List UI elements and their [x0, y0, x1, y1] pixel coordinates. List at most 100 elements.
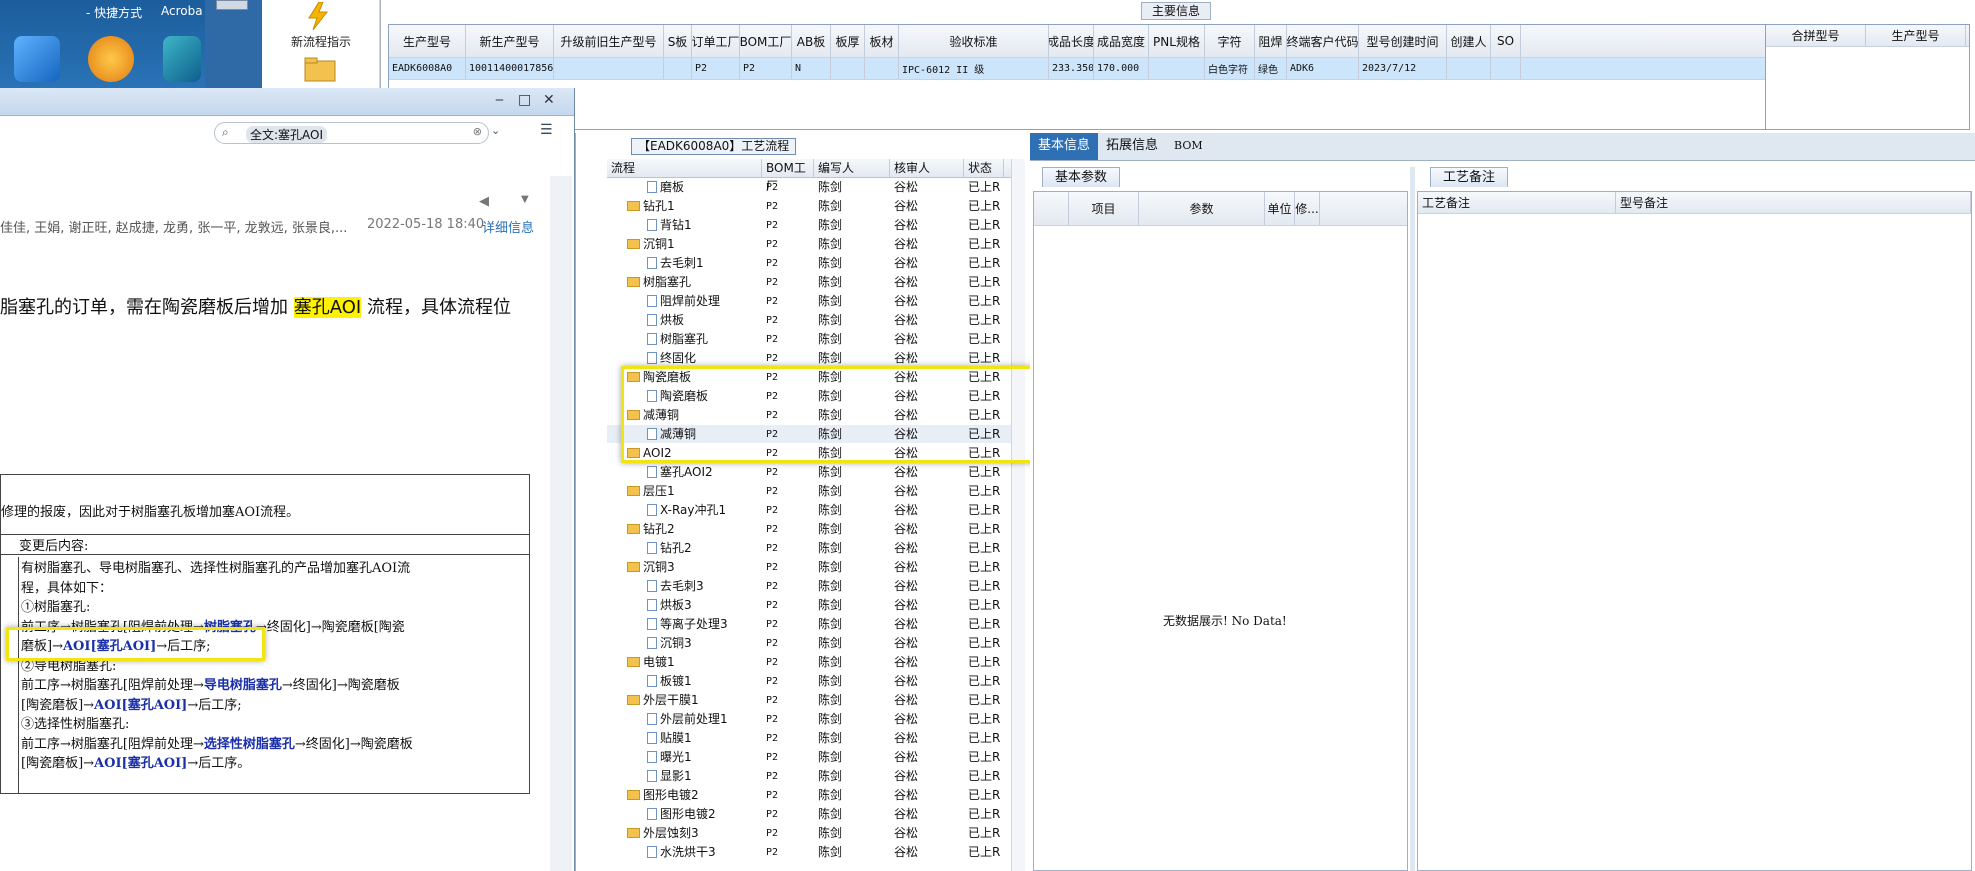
tree-row[interactable]: 电镀1 P2 陈剑 谷松 已上R: [607, 653, 1017, 672]
main-col-header[interactable]: BOM工厂: [740, 25, 792, 57]
tree-node[interactable]: X-Ray冲孔1: [607, 501, 762, 519]
tree-node[interactable]: 沉铜3: [607, 558, 762, 576]
tab-bom[interactable]: BOM: [1166, 133, 1211, 160]
merge-col-header[interactable]: 生产型号: [1866, 25, 1966, 46]
minimize-icon[interactable]: ‒: [495, 92, 504, 108]
main-col-header[interactable]: AB板: [792, 25, 831, 57]
main-cell[interactable]: EADK6008A0: [389, 58, 466, 79]
chat-scrollbar[interactable]: [550, 176, 572, 871]
tab-basic-info[interactable]: 基本信息: [1030, 133, 1099, 160]
main-col-header[interactable]: 验收标准: [899, 25, 1049, 57]
main-cell[interactable]: [831, 58, 865, 79]
param-col-item[interactable]: 项目: [1069, 192, 1139, 225]
param-col-value[interactable]: 参数: [1139, 192, 1265, 225]
tree-row[interactable]: 显影1 P2 陈剑 谷松 已上R: [607, 767, 1017, 786]
folder-open-icon[interactable]: [304, 56, 336, 82]
tree-node[interactable]: 图形电镀2: [607, 805, 762, 823]
main-col-header[interactable]: 生产型号: [389, 25, 466, 57]
tree-node[interactable]: 烘板3: [607, 596, 762, 614]
main-cell[interactable]: 白色字符: [1205, 58, 1255, 79]
main-info-data-row[interactable]: EADK6008A0 10011400017856 P2 P2 N IPC-6012 II…: [389, 58, 1765, 80]
tree-row[interactable]: 曝光1 P2 陈剑 谷松 已上R: [607, 748, 1017, 767]
tree-row[interactable]: 图形电镀2 P2 陈剑 谷松 已上R: [607, 805, 1017, 824]
tree-row[interactable]: 板镀1 P2 陈剑 谷松 已上R: [607, 672, 1017, 691]
tree-node[interactable]: 去毛刺3: [607, 577, 762, 595]
tree-row[interactable]: 阻焊前处理 P2 陈剑 谷松 已上R: [607, 292, 1017, 311]
main-cell[interactable]: ADK6: [1287, 58, 1359, 79]
main-cell[interactable]: 2023/7/12: [1359, 58, 1447, 79]
list-menu-icon[interactable]: ☰: [540, 122, 553, 138]
tab-process-remarks[interactable]: 工艺备注: [1430, 167, 1509, 187]
main-cell[interactable]: 10011400017856: [466, 58, 554, 79]
tree-row[interactable]: 背钻1 P2 陈剑 谷松 已上R: [607, 216, 1017, 235]
merge-model-grid[interactable]: 合拼型号 生产型号: [1765, 24, 1970, 130]
tree-row[interactable]: 烘板 P2 陈剑 谷松 已上R: [607, 311, 1017, 330]
tree-node[interactable]: 终固化: [607, 349, 762, 367]
col-editor[interactable]: 编写人: [814, 159, 890, 177]
reply-icon[interactable]: ◀: [479, 194, 489, 209]
tree-row[interactable]: 沉铜3 P2 陈剑 谷松 已上R: [607, 558, 1017, 577]
z-app-shortcut-icon[interactable]: [163, 36, 201, 82]
main-col-header[interactable]: 订单工厂: [692, 25, 740, 57]
main-col-header[interactable]: 字符: [1205, 25, 1255, 57]
tree-node[interactable]: 阻焊前处理: [607, 292, 762, 310]
col-reviewer[interactable]: 核审人: [890, 159, 964, 177]
tree-row[interactable]: 层压1 P2 陈剑 谷松 已上R: [607, 482, 1017, 501]
main-col-header[interactable]: 型号创建时间: [1359, 25, 1447, 57]
main-col-header[interactable]: 终端客户代码: [1287, 25, 1359, 57]
process-flow-tab[interactable]: 【EADK6008A0】工艺流程: [631, 138, 797, 155]
tree-row[interactable]: 去毛刺1 P2 陈剑 谷松 已上R: [607, 254, 1017, 273]
tree-node[interactable]: 背钻1: [607, 216, 762, 234]
tree-node[interactable]: 树脂塞孔: [607, 273, 762, 291]
more-dropdown-icon[interactable]: ▼: [521, 194, 529, 205]
main-cell[interactable]: [664, 58, 692, 79]
tree-node[interactable]: 磨板: [607, 178, 762, 196]
tree-row[interactable]: 贴膜1 P2 陈剑 谷松 已上R: [607, 729, 1017, 748]
tree-row[interactable]: 去毛刺3 P2 陈剑 谷松 已上R: [607, 577, 1017, 596]
tree-row[interactable]: 烘板3 P2 陈剑 谷松 已上R: [607, 596, 1017, 615]
main-col-header[interactable]: 创建人: [1447, 25, 1491, 57]
tree-node[interactable]: 等离子处理3: [607, 615, 762, 633]
tree-node[interactable]: 烘板: [607, 311, 762, 329]
main-cell[interactable]: N: [792, 58, 831, 79]
param-col-unit[interactable]: 单位: [1265, 192, 1295, 225]
tree-node[interactable]: 板镀1: [607, 672, 762, 690]
tab-basic-params[interactable]: 基本参数: [1042, 167, 1121, 187]
tree-row[interactable]: 等离子处理3 P2 陈剑 谷松 已上R: [607, 615, 1017, 634]
main-col-header[interactable]: 阻焊: [1255, 25, 1287, 57]
tree-row[interactable]: 外层干膜1 P2 陈剑 谷松 已上R: [607, 691, 1017, 710]
tab-extended-info[interactable]: 拓展信息: [1098, 133, 1166, 160]
tree-node[interactable]: 贴膜1: [607, 729, 762, 747]
main-cell[interactable]: P2: [740, 58, 792, 79]
lightning-icon[interactable]: [305, 2, 331, 30]
tree-row[interactable]: 沉铜1 P2 陈剑 谷松 已上R: [607, 235, 1017, 254]
maximize-icon[interactable]: □: [518, 92, 531, 108]
shell-shortcut-icon[interactable]: [88, 36, 134, 82]
tree-node[interactable]: 钻孔2: [607, 520, 762, 538]
main-col-header[interactable]: 成品宽度: [1094, 25, 1149, 57]
main-col-header[interactable]: S板: [664, 25, 692, 57]
tree-row[interactable]: 钻孔2 P2 陈剑 谷松 已上R: [607, 520, 1017, 539]
tree-row[interactable]: 外层前处理1 P2 陈剑 谷松 已上R: [607, 710, 1017, 729]
tree-node[interactable]: 显影1: [607, 767, 762, 785]
main-col-header[interactable]: 升级前旧生产型号: [554, 25, 664, 57]
main-col-header[interactable]: 成品长度: [1049, 25, 1094, 57]
tree-node[interactable]: 沉铜3: [607, 634, 762, 652]
col-flow[interactable]: 流程: [607, 159, 762, 177]
tree-node[interactable]: 钻孔2: [607, 539, 762, 557]
close-icon[interactable]: ✕: [543, 92, 555, 108]
main-col-header[interactable]: 新生产型号: [466, 25, 554, 57]
tree-row[interactable]: 树脂塞孔 P2 陈剑 谷松 已上R: [607, 273, 1017, 292]
tree-row[interactable]: X-Ray冲孔1 P2 陈剑 谷松 已上R: [607, 501, 1017, 520]
param-grid[interactable]: 项目 参数 单位 修... 无数据展示! No Data!: [1033, 191, 1408, 871]
tree-row[interactable]: 塞孔AOI2 P2 陈剑 谷松 已上R: [607, 463, 1017, 482]
main-cell[interactable]: [1491, 58, 1521, 79]
new-flow-label[interactable]: 新流程指示: [262, 33, 380, 50]
main-cell[interactable]: 绿色: [1255, 58, 1287, 79]
tree-node[interactable]: 外层蚀刻3: [607, 824, 762, 842]
merge-col-header[interactable]: 合拼型号: [1766, 25, 1866, 46]
tree-row[interactable]: 钻孔2 P2 陈剑 谷松 已上R: [607, 539, 1017, 558]
main-col-header[interactable]: 板材: [865, 25, 899, 57]
app-shortcut-icon[interactable]: [14, 36, 60, 82]
main-cell[interactable]: [1149, 58, 1205, 79]
